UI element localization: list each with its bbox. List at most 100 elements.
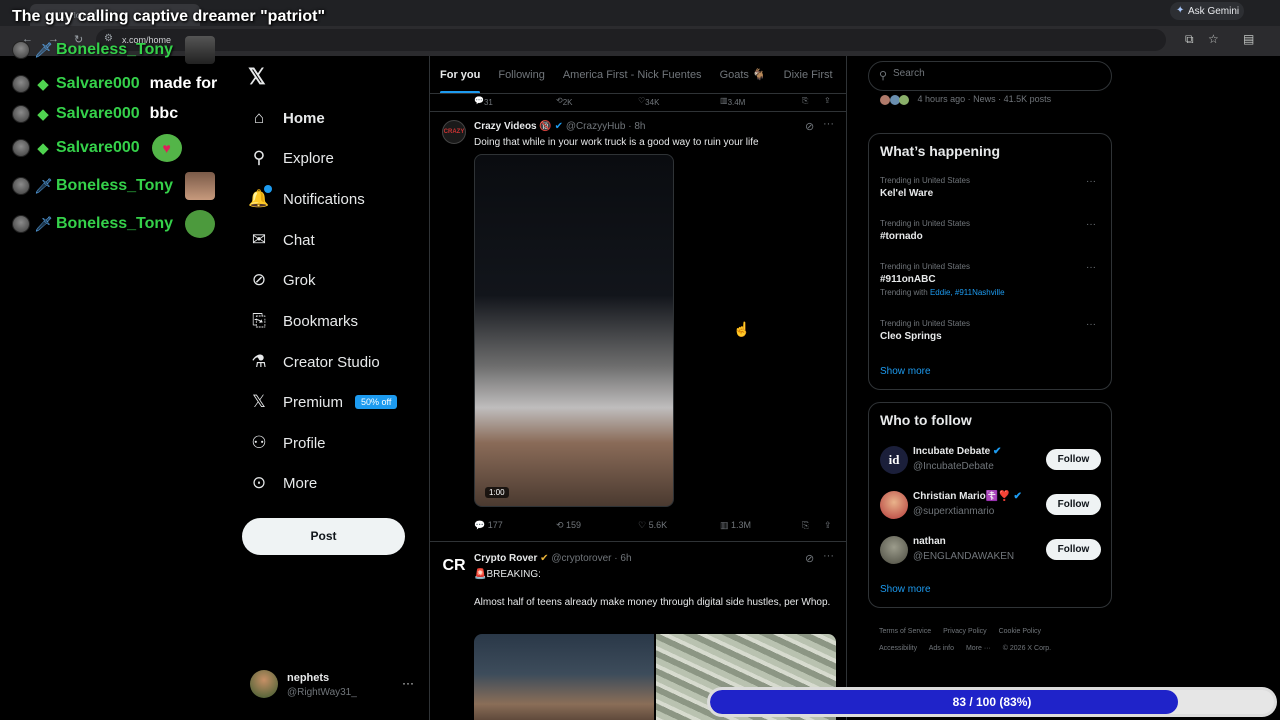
reply-button[interactable]: 💬 177 (474, 520, 503, 531)
avatar (250, 670, 278, 698)
tweet-author-name[interactable]: Crypto Rover (474, 553, 537, 564)
more-dots-icon[interactable]: ··· (823, 118, 834, 130)
account-name: nephets (287, 672, 330, 684)
trend-with-links[interactable]: Eddie, #911Nashville (930, 288, 1005, 297)
footer-link[interactable]: Privacy Policy (943, 628, 987, 635)
more-dots-icon[interactable]: ··· (1086, 262, 1096, 273)
more-dots-icon[interactable]: ··· (1086, 319, 1096, 330)
tweet-video[interactable]: 1:00 (474, 154, 674, 507)
verified-badge-icon: ✔ (1013, 491, 1022, 502)
follow-button[interactable]: Follow (1046, 539, 1101, 560)
bookmark-star-icon[interactable]: ☆ (1208, 32, 1219, 46)
trend-name: Cleo Springs (880, 331, 942, 342)
more-dots-icon[interactable]: ··· (823, 550, 834, 562)
reply-button[interactable]: 💬 31 (474, 96, 493, 107)
nav-item-premium[interactable]: 𝕏 Premium 50% off (248, 387, 398, 417)
repost-button[interactable]: ⟲ 159 (556, 520, 581, 531)
account-switcher[interactable]: nephets @RightWay31_ ··· (250, 668, 420, 706)
tweet-header: Crypto Rover ✔ @cryptorover · 6h (474, 553, 632, 564)
follow-button[interactable]: Follow (1046, 449, 1101, 470)
sword-icon: 🗡 (34, 42, 54, 59)
footer-link[interactable]: Ads info (929, 645, 954, 652)
avatar (880, 491, 908, 519)
who-to-follow-panel: Who to follow id Incubate Debate ✔ @Incu… (868, 402, 1112, 608)
trend-item[interactable]: Trending in United States #tornado ··· (880, 219, 1102, 242)
follow-suggestion[interactable]: id Incubate Debate ✔ @IncubateDebate Fol… (880, 444, 1102, 480)
gemini-star-icon: ✦ (1176, 5, 1185, 16)
tweet-time[interactable]: 6h (620, 553, 631, 564)
search-icon: ⚲ (879, 70, 888, 82)
url-field[interactable]: ⚙ x.com/home (96, 29, 1166, 51)
x-logo[interactable]: 𝕏 (248, 64, 266, 90)
bookmark-icon: ⎘ (252, 311, 266, 330)
like-button[interactable]: ♡ 34K (638, 96, 659, 107)
search-input[interactable] (893, 68, 1093, 79)
notification-dot (264, 185, 272, 193)
follow-suggestion[interactable]: nathan @ENGLANDAWAKEN Follow (880, 534, 1102, 570)
tab-goats[interactable]: Goats 🐐 (720, 56, 766, 93)
share-icon[interactable]: ⇪ (824, 96, 831, 105)
account-name: Christian Mario☦️❣️ ✔ (913, 491, 1022, 502)
footer-link[interactable]: More ··· (966, 645, 991, 652)
side-panel-icon[interactable]: ▤ (1243, 32, 1254, 46)
nav-item-bookmarks[interactable]: ⎘ Bookmarks (248, 306, 358, 336)
grok-icon[interactable]: ⊘ (805, 552, 814, 565)
like-button[interactable]: ♡ 5.6K (638, 520, 667, 531)
nav-item-creator-studio[interactable]: ⚗ Creator Studio (248, 347, 379, 377)
nav-item-home[interactable]: ⌂ Home (248, 103, 325, 133)
video-duration: 1:00 (485, 487, 509, 498)
tab-america-first[interactable]: America First - Nick Fuentes (563, 56, 702, 93)
footer-link[interactable]: Terms of Service (879, 628, 931, 635)
search-box[interactable]: ⚲ (868, 61, 1112, 91)
avatar[interactable]: CR (442, 554, 466, 578)
chat-message: bbc (149, 105, 179, 122)
nav-item-more[interactable]: ⊙ More (248, 468, 317, 498)
gem-icon: ◆ (37, 76, 49, 93)
ask-gemini-button[interactable]: ✦ Ask Gemini (1170, 2, 1244, 20)
chat-emote (185, 172, 216, 200)
chat-username: Salvare000 (56, 75, 140, 92)
tweet-author-emoji: 🔞 (539, 121, 552, 132)
tab-following[interactable]: Following (498, 56, 544, 93)
show-more-link[interactable]: Show more (880, 584, 931, 595)
avatar[interactable]: CRAZY (442, 120, 466, 144)
nav-item-grok[interactable]: ⊘ Grok (248, 265, 316, 295)
bookmark-icon[interactable]: ⎘ (802, 520, 809, 531)
trend-item[interactable]: Trending in United States Cleo Springs ·… (880, 319, 1102, 342)
show-more-link[interactable]: Show more (880, 366, 931, 377)
more-dots-icon[interactable]: ··· (402, 676, 414, 690)
more-dots-icon[interactable]: ··· (1086, 176, 1096, 187)
follow-button[interactable]: Follow (1046, 494, 1101, 515)
post-button[interactable]: Post (242, 518, 405, 555)
tweet-time[interactable]: 8h (634, 121, 645, 132)
account-handle: @IncubateDebate (913, 461, 994, 472)
views-button[interactable]: ▥ 3.4M (720, 96, 745, 107)
bookmark-icon[interactable]: ⎘ (802, 96, 808, 106)
nav-item-explore[interactable]: ⚲ Explore (248, 143, 334, 173)
footer-links: Terms of Service Privacy Policy Cookie P… (879, 623, 1109, 657)
footer-link[interactable]: Accessibility (879, 645, 917, 652)
pepe-emote-icon (185, 210, 216, 238)
account-name: nathan (913, 536, 946, 547)
repost-button[interactable]: ⟲ 2K (556, 96, 573, 107)
trend-item[interactable]: Trending in United States Kel'el Ware ··… (880, 176, 1102, 199)
tab-dixie-first[interactable]: Dixie First (784, 56, 833, 93)
news-meta[interactable]: 4 hours ago · News · 41.5K posts (880, 94, 1051, 105)
trend-item[interactable]: Trending in United States #911onABC Tren… (880, 262, 1102, 297)
stream-title: The guy calling captive dreamer "patriot… (12, 8, 326, 25)
tweet-image[interactable] (474, 634, 654, 720)
tweet-text: Almost half of teens already make money … (474, 597, 831, 608)
tab-for-you[interactable]: For you (440, 56, 481, 93)
install-app-icon[interactable]: ⧉ (1185, 32, 1194, 47)
more-dots-icon[interactable]: ··· (1086, 219, 1096, 230)
share-icon[interactable]: ⇪ (824, 520, 832, 531)
tweet-author-name[interactable]: Crazy Videos (474, 121, 537, 132)
footer-link[interactable]: Cookie Policy (999, 628, 1041, 635)
views-button[interactable]: ▥ 1.3M (720, 520, 751, 531)
nav-item-chat[interactable]: ✉ Chat (248, 225, 315, 255)
nav-item-notifications[interactable]: 🔔 Notifications (248, 184, 365, 214)
nav-item-profile[interactable]: ⚇ Profile (248, 428, 325, 458)
follow-suggestion[interactable]: Christian Mario☦️❣️ ✔ @superxtianmario F… (880, 489, 1102, 525)
tweet[interactable]: CRAZY Crazy Videos 🔞 ✔ @CrazyyHub · 8h ⊘… (430, 112, 846, 542)
grok-icon[interactable]: ⊘ (805, 120, 814, 133)
